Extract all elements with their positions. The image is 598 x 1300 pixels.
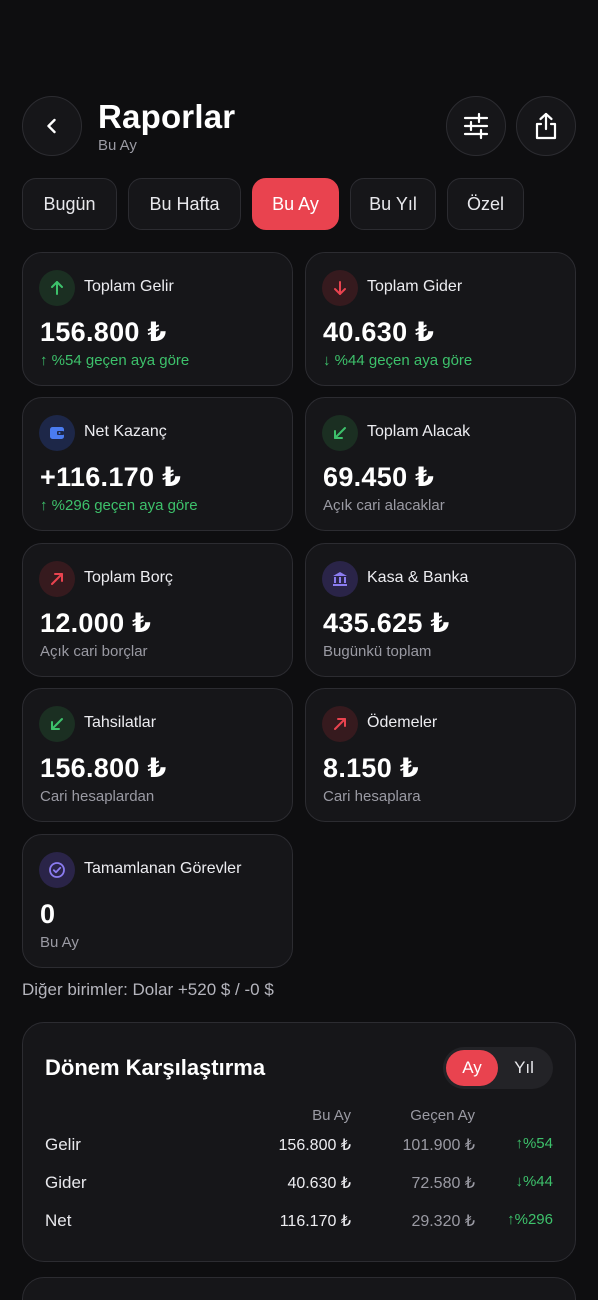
- card-value: +116.170 ₺: [40, 462, 182, 492]
- arrow-up-icon: [39, 270, 75, 306]
- card-value: 40.630 ₺: [323, 317, 435, 347]
- tab-bu-hafta[interactable]: Bu Hafta: [128, 178, 241, 230]
- filter-button[interactable]: [446, 96, 506, 156]
- card-kasa-banka[interactable]: Kasa & Banka 435.625 ₺ Bugünkü toplam: [305, 543, 576, 677]
- card-odemeler[interactable]: Ödemeler 8.150 ₺ Cari hesaplara: [305, 688, 576, 822]
- card-note: Bugünkü toplam: [323, 643, 432, 660]
- arrow-down-left-icon: [39, 706, 75, 742]
- card-note: ↑ %54 geçen aya göre: [40, 352, 190, 369]
- share-icon: [535, 112, 557, 140]
- card-toplam-gelir[interactable]: Toplam Gelir 156.800 ₺ ↑ %54 geçen aya g…: [22, 252, 293, 386]
- card-value: 0: [40, 899, 56, 929]
- card-tahsilatlar[interactable]: Tahsilatlar 156.800 ₺ Cari hesaplardan: [22, 688, 293, 822]
- comparison-toggle: Ay Yıl: [443, 1047, 553, 1089]
- row-current: 156.800 ₺: [278, 1137, 351, 1154]
- row-current: 40.630 ₺: [287, 1175, 351, 1192]
- other-currencies-text: Diğer birimler: Dolar +520 $ / -0 $: [22, 980, 274, 999]
- title-block: Raporlar Bu Ay: [98, 98, 235, 154]
- next-section-card: [22, 1277, 576, 1300]
- row-change: ↑%296: [507, 1211, 553, 1228]
- toggle-yil[interactable]: Yıl: [498, 1050, 550, 1086]
- row-label: Gelir: [45, 1135, 81, 1154]
- card-value: 12.000 ₺: [40, 608, 152, 638]
- card-label: Toplam Alacak: [367, 423, 471, 440]
- card-tamamlanan-gorevler[interactable]: Tamamlanan Görevler 0 Bu Ay: [22, 834, 293, 968]
- tab-bu-ay[interactable]: Bu Ay: [252, 178, 339, 230]
- table-row: Net 116.170 ₺ 29.320 ₺ ↑%296: [23, 1211, 575, 1235]
- column-header-previous: Geçen Ay: [410, 1107, 475, 1124]
- arrow-up-right-icon: [39, 561, 75, 597]
- row-previous: 72.580 ₺: [411, 1175, 475, 1192]
- card-value: 156.800 ₺: [40, 317, 167, 347]
- arrow-up-right-icon: [322, 706, 358, 742]
- card-label: Net Kazanç: [84, 423, 167, 440]
- card-value: 156.800 ₺: [40, 753, 167, 783]
- row-label: Net: [45, 1211, 72, 1230]
- chevron-left-icon: [47, 118, 56, 134]
- card-value: 69.450 ₺: [323, 462, 435, 492]
- table-row: Gider 40.630 ₺ 72.580 ₺ ↓%44: [23, 1173, 575, 1197]
- card-note: ↑ %296 geçen aya göre: [40, 497, 198, 514]
- arrow-down-icon: [322, 270, 358, 306]
- period-comparison-card: Dönem Karşılaştırma Ay Yıl Bu Ay Geçen A…: [22, 1022, 576, 1262]
- card-toplam-borc[interactable]: Toplam Borç 12.000 ₺ Açık cari borçlar: [22, 543, 293, 677]
- table-row: Gelir 156.800 ₺ 101.900 ₺ ↑%54: [23, 1135, 575, 1159]
- back-button[interactable]: [22, 96, 82, 156]
- period-tabs: Bugün Bu Hafta Bu Ay Bu Yıl Özel: [22, 178, 524, 230]
- tab-bu-yil[interactable]: Bu Yıl: [350, 178, 436, 230]
- page-title: Raporlar: [98, 98, 236, 135]
- card-note: Cari hesaplardan: [40, 788, 155, 805]
- header: Raporlar Bu Ay: [22, 96, 576, 156]
- row-previous: 29.320 ₺: [411, 1213, 475, 1230]
- wallet-icon: [39, 415, 75, 451]
- card-label: Kasa & Banka: [367, 569, 469, 586]
- row-previous: 101.900 ₺: [402, 1137, 475, 1154]
- column-header-current: Bu Ay: [312, 1107, 351, 1124]
- bank-icon: [322, 561, 358, 597]
- toggle-ay[interactable]: Ay: [446, 1050, 498, 1086]
- card-label: Toplam Gider: [367, 278, 463, 295]
- card-value: 8.150 ₺: [323, 753, 419, 783]
- card-toplam-alacak[interactable]: Toplam Alacak 69.450 ₺ Açık cari alacakl…: [305, 397, 576, 531]
- card-note: Cari hesaplara: [323, 788, 421, 805]
- card-note: Açık cari borçlar: [40, 643, 148, 660]
- card-label: Tamamlanan Görevler: [84, 860, 242, 877]
- card-label: Toplam Borç: [84, 569, 173, 586]
- card-note: Açık cari alacaklar: [323, 497, 445, 514]
- share-button[interactable]: [516, 96, 576, 156]
- card-label: Ödemeler: [367, 714, 438, 731]
- page-subtitle: Bu Ay: [98, 137, 137, 154]
- card-note: Bu Ay: [40, 934, 79, 951]
- tab-ozel[interactable]: Özel: [447, 178, 524, 230]
- row-change: ↓%44: [515, 1173, 553, 1190]
- comparison-title: Dönem Karşılaştırma: [45, 1055, 266, 1080]
- card-note: ↓ %44 geçen aya göre: [323, 352, 473, 369]
- row-current: 116.170 ₺: [279, 1213, 351, 1230]
- card-toplam-gider[interactable]: Toplam Gider 40.630 ₺ ↓ %44 geçen aya gö…: [305, 252, 576, 386]
- card-value: 435.625 ₺: [323, 608, 450, 638]
- row-change: ↑%54: [515, 1135, 553, 1152]
- card-label: Toplam Gelir: [84, 278, 174, 295]
- card-label: Tahsilatlar: [84, 714, 157, 731]
- row-label: Gider: [45, 1173, 87, 1192]
- tab-bugun[interactable]: Bugün: [22, 178, 117, 230]
- sliders-icon: [463, 112, 489, 140]
- arrow-down-left-icon: [322, 415, 358, 451]
- check-circle-icon: [39, 852, 75, 888]
- card-net-kazanc[interactable]: Net Kazanç +116.170 ₺ ↑ %296 geçen aya g…: [22, 397, 293, 531]
